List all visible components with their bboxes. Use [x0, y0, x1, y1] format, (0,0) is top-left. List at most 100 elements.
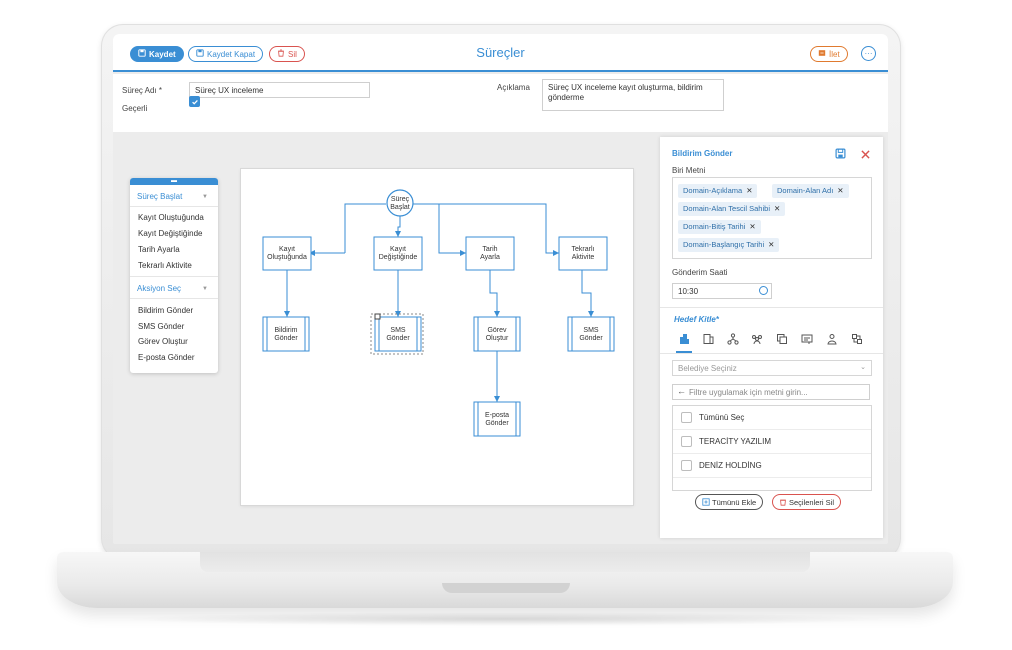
palette-action-section[interactable]: Aksiyon Seç: [137, 284, 181, 293]
chevron-down-icon[interactable]: ▼: [202, 194, 208, 200]
sub-action-line2: Gönder: [485, 420, 509, 427]
tag-chip[interactable]: Domain-Alan Adı ✕: [772, 184, 849, 198]
list-item[interactable]: DENİZ HOLDİNG: [673, 454, 871, 478]
notification-settings-panel: Bildirim Gönder Biri Metni Domain-Açıkla…: [660, 137, 883, 538]
palette-item-notification[interactable]: Bildirim Gönder: [138, 306, 193, 315]
tag-chip[interactable]: Domain-Alan Tescil Sahibi ✕: [678, 202, 786, 216]
more-icon: ···: [864, 49, 873, 58]
arrowhead-8: [588, 311, 594, 317]
panel-title: Bildirim Gönder: [672, 149, 733, 158]
sub-action-line1: E-posta: [485, 412, 509, 419]
list-item-label: TERACİTY YAZILIM: [699, 437, 772, 446]
trigger-4-line2: Aktivite: [572, 254, 595, 261]
hierarchy-icon[interactable]: [727, 333, 739, 345]
description-textarea[interactable]: Süreç UX inceleme kayıt oluşturma, bildi…: [542, 79, 724, 111]
municipality-placeholder: Belediye Seçiniz: [678, 364, 737, 373]
item-checkbox[interactable]: [681, 460, 692, 471]
start-node-line1: Süreç: [391, 196, 410, 203]
flow-canvas[interactable]: Süreç Başlat Kayıt Oluştuğunda Kayıt Değ…: [241, 169, 633, 505]
palette-item-sms[interactable]: SMS Gönder: [138, 322, 184, 331]
action-node-4[interactable]: SMS Gönder: [567, 316, 615, 352]
message-label: Biri Metni: [672, 166, 706, 175]
arrowhead-4: [553, 250, 559, 256]
tag-chip[interactable]: Domain-Açıklama ✕: [678, 184, 758, 198]
trash-icon: [780, 499, 786, 506]
arrow-left-icon: ←: [677, 386, 686, 396]
forward-label: İlet: [829, 49, 840, 59]
user-icon[interactable]: [826, 333, 838, 345]
laptop-shadow: [120, 612, 892, 626]
building-icon[interactable]: [678, 333, 690, 345]
action-2-line1: SMS: [390, 327, 406, 334]
list-item-label: Tümünü Seç: [699, 413, 745, 422]
palette-item-task[interactable]: Görev Oluştur: [138, 337, 188, 346]
select-all-checkbox[interactable]: [681, 412, 692, 423]
trigger-4-line1: Tekrarlı: [572, 246, 595, 253]
remove-tag-icon: ✕: [837, 186, 844, 195]
sync-icon[interactable]: [851, 333, 863, 345]
tag-label: Domain-Alan Adı: [777, 186, 834, 195]
process-name-input[interactable]: Süreç UX inceleme: [189, 82, 370, 98]
municipality-select[interactable]: Belediye Seçiniz ⌄: [672, 360, 872, 376]
add-all-button[interactable]: Tümünü Ekle: [695, 494, 764, 510]
clock-icon[interactable]: [759, 286, 768, 295]
remove-tag-icon: ✕: [746, 186, 753, 195]
arrowhead-2: [395, 231, 401, 237]
item-checkbox[interactable]: [681, 436, 692, 447]
more-options-button[interactable]: ···: [861, 46, 876, 61]
palette-item-recurring[interactable]: Tekrarlı Aktivite: [138, 261, 192, 270]
trigger-node-4[interactable]: Tekrarlı Aktivite: [558, 236, 608, 271]
divider: [130, 298, 218, 299]
check-icon: [191, 99, 198, 105]
palette-item-changed[interactable]: Kayıt Değiştiğinde: [138, 229, 202, 238]
message-tag-box[interactable]: Domain-Açıklama ✕ Domain-Alan Adı ✕ Domain…: [672, 177, 872, 259]
office-icon[interactable]: [702, 333, 714, 345]
divider: [660, 353, 883, 354]
group-icon[interactable]: [751, 333, 763, 345]
sub-action-node[interactable]: E-posta Gönder: [473, 401, 521, 437]
forward-button[interactable]: İlet: [810, 46, 848, 62]
palette-start-section[interactable]: Süreç Başlat: [137, 192, 182, 201]
save-icon[interactable]: [835, 148, 846, 159]
trigger-node-2[interactable]: Kayıt Değiştiğinde: [373, 236, 423, 271]
arrowhead-7: [494, 311, 500, 317]
trigger-1-line1: Kayıt: [279, 246, 295, 253]
trigger-2-line2: Değiştiğinde: [379, 254, 418, 261]
action-node-2-selected[interactable]: SMS Gönder: [370, 313, 424, 355]
action-4-line1: SMS: [583, 327, 599, 334]
filter-input[interactable]: ← Filtre uygulamak için metni girin...: [672, 384, 870, 400]
list-item[interactable]: TERACİTY YAZILIM: [673, 430, 871, 454]
node-palette: ▬ Süreç Başlat ▼ Kayıt Oluştuğunda Kayıt…: [130, 178, 218, 373]
page-title: Süreçler: [476, 45, 525, 60]
valid-checkbox[interactable]: [189, 96, 200, 107]
delete-selected-button[interactable]: Seçilenleri Sil: [772, 494, 842, 510]
chevron-down-icon: ⌄: [860, 364, 866, 371]
process-form: Süreç Adı * Süreç UX inceleme Geçerli Aç…: [113, 74, 888, 132]
close-icon[interactable]: [861, 150, 870, 159]
trigger-node-3[interactable]: Tarih Ayarla: [465, 236, 515, 271]
send-time-input[interactable]: 10:30: [672, 283, 772, 299]
trigger-3-line2: Ayarla: [480, 254, 500, 261]
palette-item-created[interactable]: Kayıt Oluştuğunda: [138, 213, 204, 222]
palette-item-email[interactable]: E-posta Gönder: [138, 353, 194, 362]
arrowhead-9: [494, 396, 500, 402]
copy-icon[interactable]: [776, 333, 788, 345]
id-card-icon[interactable]: [801, 333, 813, 345]
action-node-3[interactable]: Görev Oluştur: [473, 316, 521, 352]
palette-item-date[interactable]: Tarih Ayarla: [138, 245, 180, 254]
start-node-line2: Başlat: [390, 204, 410, 211]
divider: [130, 206, 218, 207]
divider: [130, 276, 218, 277]
tag-label: Domain-Alan Tescil Sahibi: [683, 204, 770, 213]
description-label: Açıklama: [497, 83, 530, 92]
list-item[interactable]: Tümünü Seç: [673, 406, 871, 430]
tag-chip[interactable]: Domain-Bitiş Tarihi ✕: [678, 220, 761, 234]
palette-drag-handle[interactable]: ▬: [130, 178, 218, 185]
action-2-line2: Gönder: [386, 335, 410, 342]
filter-placeholder: Filtre uygulamak için metni girin...: [689, 388, 808, 397]
action-node-1[interactable]: Bildirim Gönder: [262, 316, 310, 352]
chevron-down-icon[interactable]: ▼: [202, 286, 208, 292]
start-node[interactable]: Süreç Başlat: [386, 189, 414, 217]
tag-chip[interactable]: Domain-Başlangıç Tarihi ✕: [678, 238, 780, 252]
trigger-node-1[interactable]: Kayıt Oluştuğunda: [262, 236, 312, 271]
